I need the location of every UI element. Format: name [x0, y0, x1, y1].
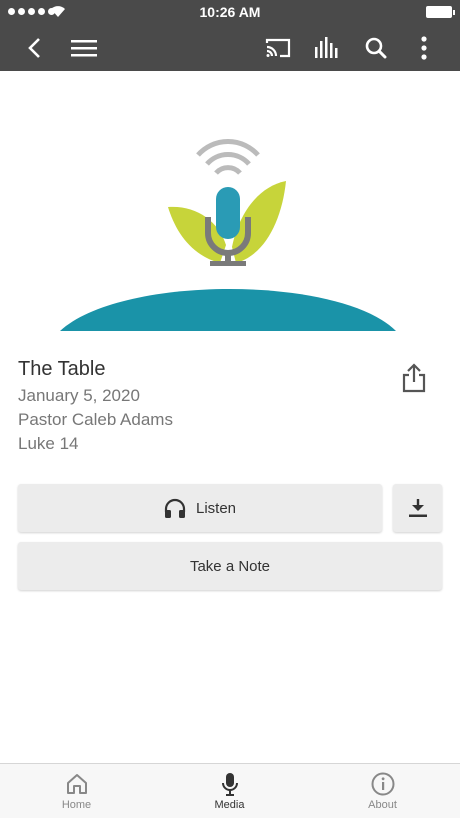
home-icon	[66, 774, 87, 794]
cast-button[interactable]	[260, 30, 296, 66]
tab-about[interactable]: About	[306, 764, 459, 818]
status-time: 10:26 AM	[199, 4, 261, 20]
sermon-passage: Luke 14	[18, 434, 79, 453]
more-vert-icon	[421, 36, 427, 60]
download-icon	[408, 499, 427, 517]
download-button[interactable]	[393, 484, 442, 532]
sermon-speaker: Pastor Caleb Adams	[18, 410, 173, 429]
sermon-title: The Table	[18, 358, 106, 380]
sermon-artwork	[60, 139, 396, 331]
take-note-label: Take a Note	[189, 557, 271, 575]
listen-label: Listen	[195, 499, 237, 517]
menu-button[interactable]	[66, 30, 102, 66]
tab-home[interactable]: Home	[0, 764, 153, 818]
nav-bar	[0, 24, 460, 71]
sermon-date: January 5, 2020	[18, 386, 140, 405]
take-note-button[interactable]: Take a Note	[18, 542, 442, 590]
info-icon	[371, 772, 394, 796]
tab-media[interactable]: Media	[153, 764, 306, 818]
listen-button[interactable]: Listen	[18, 484, 382, 532]
microphone-icon	[221, 773, 238, 796]
tab-media-label: Media	[214, 799, 245, 811]
back-button[interactable]	[16, 30, 52, 66]
tab-about-label: About	[368, 799, 397, 811]
more-button[interactable]	[406, 30, 442, 66]
headphones-icon	[164, 498, 186, 518]
cast-icon	[265, 38, 291, 58]
search-icon	[365, 37, 387, 59]
menu-icon	[71, 40, 97, 57]
audio-button[interactable]	[309, 30, 345, 66]
share-button[interactable]	[398, 360, 430, 396]
status-bar: 10:26 AM	[0, 0, 460, 24]
battery-icon	[426, 6, 455, 18]
tab-home-label: Home	[61, 799, 92, 811]
search-button[interactable]	[358, 30, 394, 66]
audio-bars-icon	[315, 37, 338, 58]
tab-bar: Home Media About	[0, 763, 460, 818]
share-icon	[402, 363, 426, 393]
back-icon	[28, 38, 40, 58]
